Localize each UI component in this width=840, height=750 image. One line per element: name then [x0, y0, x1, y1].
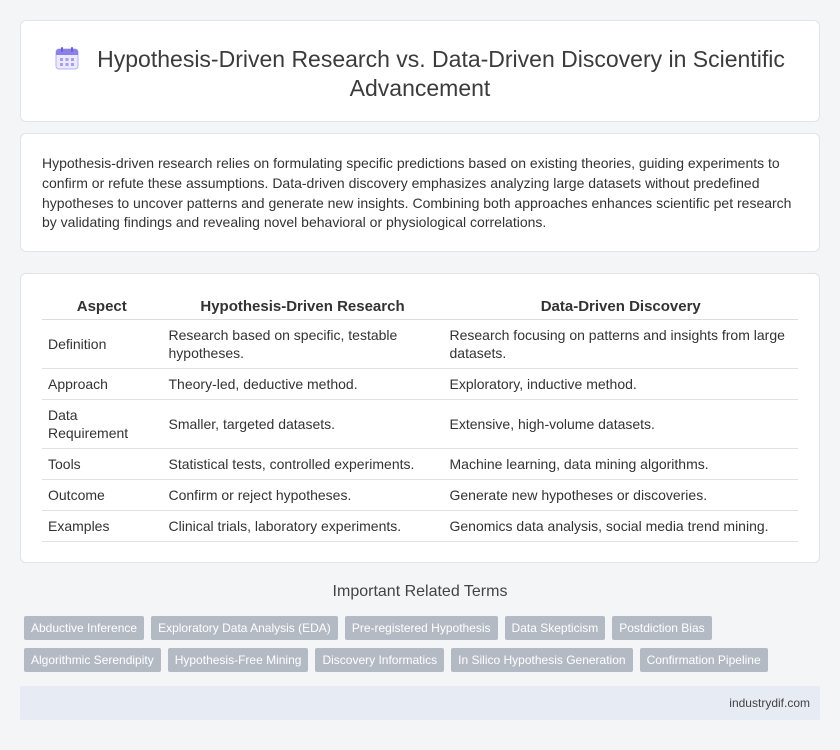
- table-cell: Generate new hypotheses or discoveries.: [442, 479, 798, 511]
- intro-card: Hypothesis-driven research relies on for…: [20, 133, 820, 252]
- footer-site-link[interactable]: industrydif.com: [729, 696, 810, 710]
- related-term-tag[interactable]: Algorithmic Serendipity: [24, 648, 161, 672]
- related-term-tag[interactable]: Exploratory Data Analysis (EDA): [151, 616, 338, 640]
- comparison-card: Aspect Hypothesis-Driven Research Data-D…: [20, 273, 820, 563]
- intro-paragraph: Hypothesis-driven research relies on for…: [42, 155, 792, 231]
- column-header-aspect: Aspect: [42, 296, 162, 320]
- table-cell: Extensive, high-volume datasets.: [442, 399, 798, 449]
- table-cell: Machine learning, data mining algorithms…: [442, 448, 798, 480]
- related-term-tag[interactable]: Confirmation Pipeline: [639, 648, 768, 672]
- column-header-hypothesis: Hypothesis-Driven Research: [161, 296, 443, 320]
- table-header-row: Aspect Hypothesis-Driven Research Data-D…: [42, 296, 798, 320]
- page-title: Hypothesis-Driven Research vs. Data-Driv…: [97, 46, 785, 101]
- calendar-icon: [55, 46, 79, 70]
- related-terms-heading: Important Related Terms: [332, 583, 508, 600]
- related-term-tag[interactable]: Postdiction Bias: [612, 616, 712, 640]
- table-cell: Tools: [42, 448, 162, 480]
- table-cell: Confirm or reject hypotheses.: [161, 479, 443, 511]
- related-terms-list: Abductive Inference Exploratory Data Ana…: [24, 616, 814, 672]
- footer-bar: industrydif.com: [20, 686, 820, 720]
- related-term-tag[interactable]: In Silico Hypothesis Generation: [451, 648, 633, 672]
- table-row: Data Requirement Smaller, targeted datas…: [42, 399, 798, 449]
- table-cell: Smaller, targeted datasets.: [161, 399, 443, 449]
- related-term-tag[interactable]: Pre-registered Hypothesis: [344, 616, 498, 640]
- title-card: Hypothesis-Driven Research vs. Data-Driv…: [20, 20, 820, 122]
- page-title-container: Hypothesis-Driven Research vs. Data-Driv…: [21, 45, 819, 103]
- comparison-table: Aspect Hypothesis-Driven Research Data-D…: [42, 296, 798, 542]
- table-cell: Theory-led, deductive method.: [161, 368, 443, 400]
- related-term-tag[interactable]: Abductive Inference: [24, 616, 145, 640]
- table-cell: Definition: [42, 319, 162, 369]
- table-cell: Data Requirement: [42, 399, 162, 449]
- table-cell: Examples: [42, 510, 162, 542]
- related-term-tag[interactable]: Data Skepticism: [504, 616, 606, 640]
- table-cell: Research focusing on patterns and insigh…: [442, 319, 798, 369]
- related-term-tag[interactable]: Discovery Informatics: [315, 648, 445, 672]
- table-row: Approach Theory-led, deductive method. E…: [42, 368, 798, 400]
- table-cell: Genomics data analysis, social media tre…: [442, 510, 798, 542]
- table-row: Definition Research based on specific, t…: [42, 319, 798, 369]
- table-cell: Exploratory, inductive method.: [442, 368, 798, 400]
- related-term-tag[interactable]: Hypothesis-Free Mining: [167, 648, 309, 672]
- table-row: Examples Clinical trials, laboratory exp…: [42, 510, 798, 542]
- table-cell: Statistical tests, controlled experiment…: [161, 448, 443, 480]
- table-cell: Outcome: [42, 479, 162, 511]
- table-row: Tools Statistical tests, controlled expe…: [42, 448, 798, 480]
- table-cell: Clinical trials, laboratory experiments.: [161, 510, 443, 542]
- table-row: Outcome Confirm or reject hypotheses. Ge…: [42, 479, 798, 511]
- column-header-data: Data-Driven Discovery: [442, 296, 798, 320]
- table-cell: Research based on specific, testable hyp…: [161, 319, 443, 369]
- table-cell: Approach: [42, 368, 162, 400]
